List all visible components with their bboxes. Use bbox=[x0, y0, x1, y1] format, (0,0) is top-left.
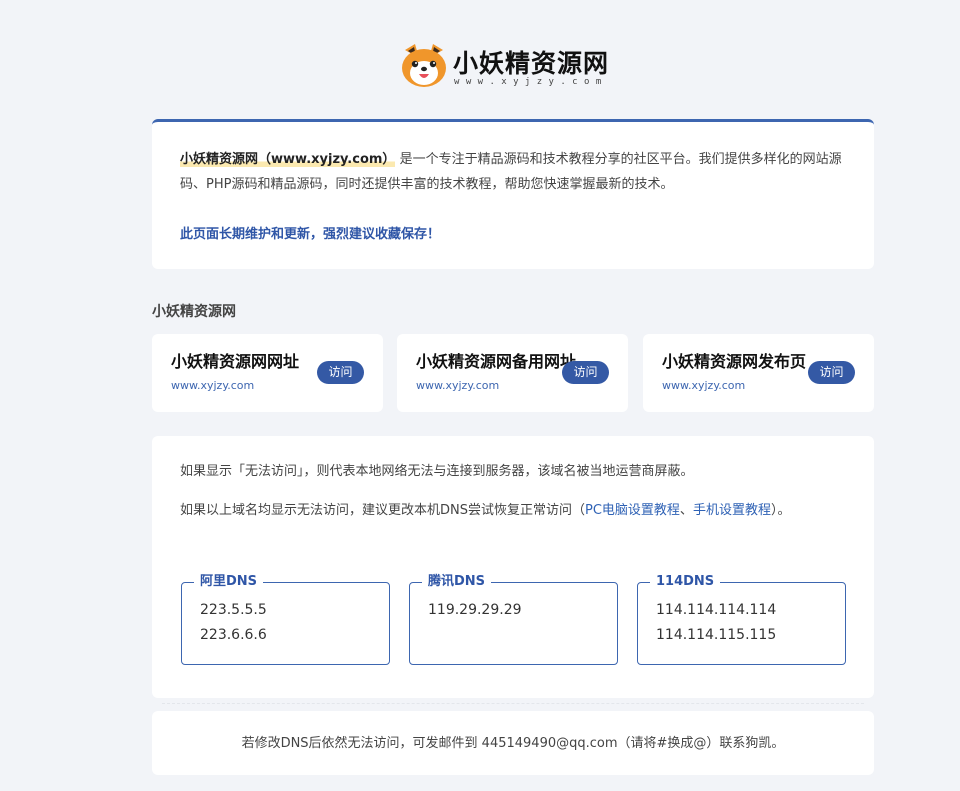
site-url: www.xyjzy.com bbox=[454, 77, 608, 87]
visit-button[interactable]: 访问 bbox=[808, 361, 855, 384]
dns-box-tencent: 腾讯DNS 119.29.29.29 bbox=[409, 574, 618, 665]
site-card-main[interactable]: 小妖精资源网网址 www.xyjzy.com 访问 bbox=[152, 334, 383, 412]
fox-logo-icon bbox=[402, 44, 446, 87]
dns-ip: 119.29.29.29 bbox=[428, 602, 522, 618]
dns-card: 如果显示「无法访问」，则代表本地网络无法与连接到服务器，该域名被当地运营商屏蔽。… bbox=[152, 436, 874, 698]
pc-settings-link[interactable]: PC电脑设置教程 bbox=[585, 503, 680, 518]
site-card-title: 小妖精资源网备用网址 bbox=[416, 352, 577, 371]
intro-card: 小妖精资源网（www.xyjzy.com） 是一个专注于精品源码和技术教程分享的… bbox=[152, 119, 874, 269]
intro-text: 小妖精资源网（www.xyjzy.com） 是一个专注于精品源码和技术教程分享的… bbox=[180, 147, 850, 197]
section-title: 小妖精资源网 bbox=[152, 304, 236, 320]
link-separator: 、 bbox=[679, 503, 693, 518]
footer-card: 若修改DNS后依然无法访问，可发邮件到 445149490@qq.com（请将#… bbox=[152, 711, 874, 775]
site-header: 小妖精资源网 www.xyjzy.com bbox=[0, 0, 960, 118]
footer-contact-text: 若修改DNS后依然无法访问，可发邮件到 445149490@qq.com（请将#… bbox=[241, 736, 785, 751]
dns-advice-prefix: 如果以上域名均显示无法访问，建议更改本机DNS尝试恢复正常访问（ bbox=[180, 503, 585, 518]
intro-highlight: 小妖精资源网（www.xyjzy.com） bbox=[180, 152, 396, 167]
site-card-release[interactable]: 小妖精资源网发布页 www.xyjzy.com 访问 bbox=[643, 334, 874, 412]
site-card-url[interactable]: www.xyjzy.com bbox=[662, 379, 745, 392]
intro-note: 此页面长期维护和更新，强烈建议收藏保存！ bbox=[180, 227, 441, 242]
dns-ip: 223.5.5.5 bbox=[200, 602, 267, 618]
site-name: 小妖精资源网 bbox=[453, 49, 610, 78]
dns-change-advice: 如果以上域名均显示无法访问，建议更改本机DNS尝试恢复正常访问（PC电脑设置教程… bbox=[180, 498, 852, 523]
dns-box-label: 腾讯DNS bbox=[422, 574, 492, 590]
dns-ip: 114.114.115.115 bbox=[656, 627, 777, 643]
site-card-backup[interactable]: 小妖精资源网备用网址 www.xyjzy.com 访问 bbox=[397, 334, 628, 412]
visit-button[interactable]: 访问 bbox=[317, 361, 364, 384]
dns-ip: 114.114.114.114 bbox=[656, 602, 777, 618]
dns-advice-suffix: ）。 bbox=[770, 503, 791, 518]
site-card-title: 小妖精资源网网址 bbox=[171, 352, 300, 371]
visit-button[interactable]: 访问 bbox=[562, 361, 609, 384]
site-card-url[interactable]: www.xyjzy.com bbox=[171, 379, 254, 392]
dns-box-label: 阿里DNS bbox=[194, 574, 264, 590]
footer-divider bbox=[162, 703, 864, 704]
dns-box-114: 114DNS 114.114.114.114 114.114.115.115 bbox=[637, 574, 846, 665]
dns-box-aliyun: 阿里DNS 223.5.5.5 223.6.6.6 bbox=[181, 574, 390, 665]
mobile-settings-link[interactable]: 手机设置教程 bbox=[693, 503, 771, 518]
dns-blocked-notice: 如果显示「无法访问」，则代表本地网络无法与连接到服务器，该域名被当地运营商屏蔽。 bbox=[180, 464, 694, 479]
dns-box-label: 114DNS bbox=[650, 574, 721, 590]
site-card-title: 小妖精资源网发布页 bbox=[662, 352, 807, 371]
dns-ip: 223.6.6.6 bbox=[200, 627, 267, 643]
site-card-url[interactable]: www.xyjzy.com bbox=[416, 379, 499, 392]
